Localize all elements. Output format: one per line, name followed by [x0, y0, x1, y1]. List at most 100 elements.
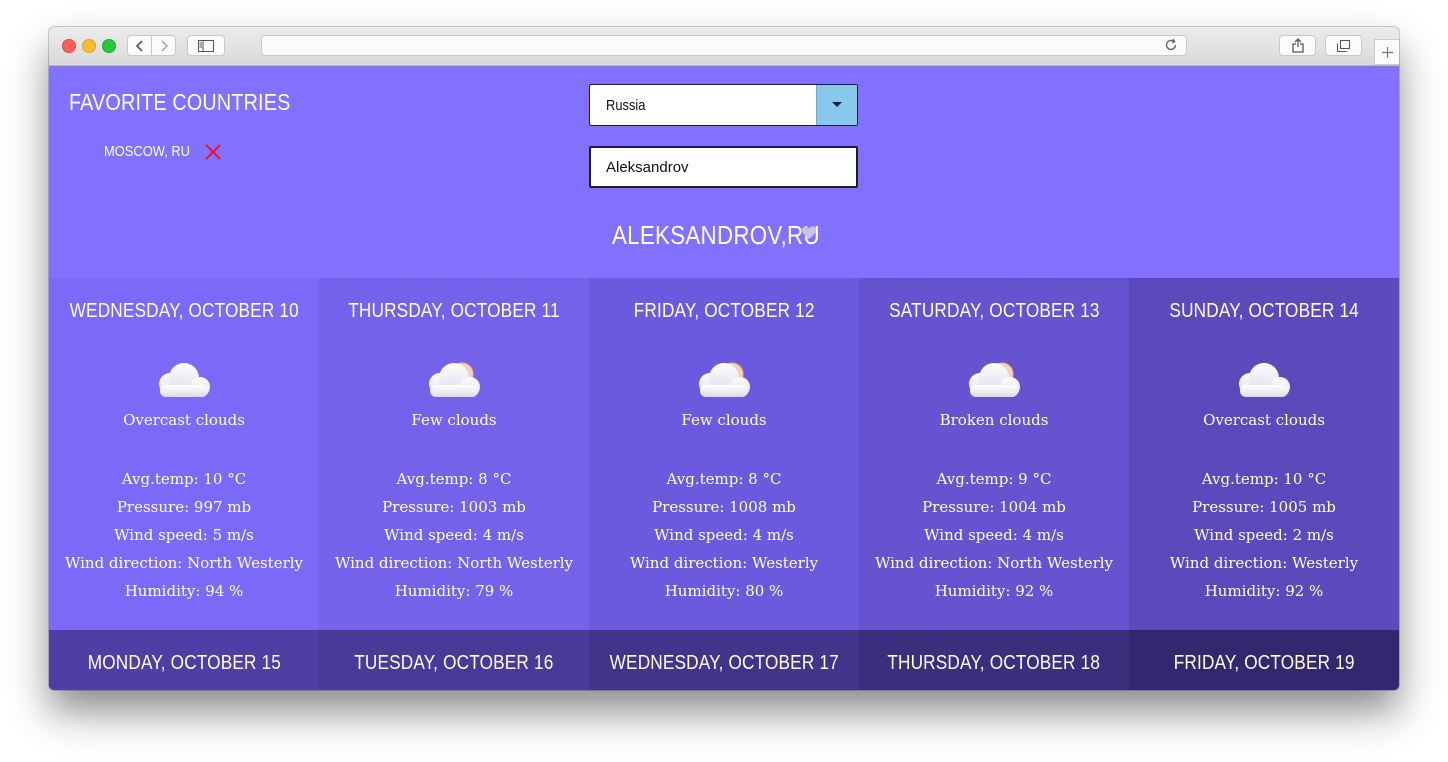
avg-temp: Avg.temp: 8 °C	[396, 470, 512, 488]
forecast-day-card: FRIDAY, OCTOBER 12 Few clouds Avg.temp: 8 …	[589, 278, 859, 630]
favorites-title: FAVORITE COUNTRIES	[69, 89, 291, 115]
weather-description: Overcast clouds	[123, 411, 245, 429]
day-title-text: SATURDAY, OCTOBER 13	[888, 300, 1100, 322]
humidity: Humidity: 80 %	[664, 582, 784, 600]
share-button[interactable]	[1279, 35, 1316, 56]
wind-direction: Wind direction: Westerly	[1169, 554, 1359, 572]
app-header: FAVORITE COUNTRIES MOSCOW, RU Russia ALE…	[49, 65, 1399, 278]
avg-temp: Avg.temp: 10 °C	[121, 470, 247, 488]
wind-speed: Wind speed: 4 m/s	[654, 526, 794, 544]
pressure: Pressure: 1008 mb	[652, 498, 796, 516]
wind-direction: Wind direction: North Westerly	[874, 554, 1114, 572]
heart-icon[interactable]	[801, 225, 817, 241]
weather-description: Overcast clouds	[1203, 411, 1325, 429]
close-window-button[interactable]	[62, 39, 76, 53]
day-title-text: SUNDAY, OCTOBER 14	[1169, 300, 1359, 322]
wind-direction: Wind direction: North Westerly	[334, 554, 574, 572]
forecast-grid: WEDNESDAY, OCTOBER 10 Overcast clouds Avg.…	[49, 278, 1399, 690]
overcast-clouds-icon	[1239, 363, 1290, 397]
weather-stats: Avg.temp: 8 °C Pressure: 1008 mb Wind spee…	[589, 468, 859, 608]
wind-direction: Wind direction: Westerly	[629, 554, 819, 572]
show-tabs-button[interactable]	[1325, 35, 1362, 56]
plus-icon	[1381, 46, 1393, 58]
tabs-icon	[1337, 39, 1350, 52]
chevron-left-icon	[135, 39, 143, 52]
day-title: SATURDAY, OCTOBER 13	[859, 300, 1129, 323]
humidity: Humidity: 92 %	[1204, 582, 1324, 600]
address-bar[interactable]	[261, 35, 1187, 56]
day-title-text: WEDNESDAY, OCTOBER 17	[609, 652, 839, 674]
day-title-text: THURSDAY, OCTOBER 18	[887, 652, 1101, 674]
country-select-value: Russia	[606, 97, 646, 114]
day-title: FRIDAY, OCTOBER 12	[589, 300, 859, 323]
pressure: Pressure: 1004 mb	[922, 498, 1066, 516]
overcast-clouds-icon	[159, 363, 210, 397]
browser-window: FAVORITE COUNTRIES MOSCOW, RU Russia ALE…	[49, 27, 1399, 690]
avg-temp: Avg.temp: 9 °C	[936, 470, 1052, 488]
day-title-text: TUESDAY, OCTOBER 16	[354, 652, 554, 674]
day-title: WEDNESDAY, OCTOBER 17	[589, 652, 859, 675]
back-button[interactable]	[127, 35, 152, 56]
day-title-text: FRIDAY, OCTOBER 12	[633, 300, 815, 322]
forecast-day-card: SATURDAY, OCTOBER 13 Broken clouds Avg.tem…	[859, 278, 1129, 630]
forecast-day-card: THURSDAY, OCTOBER 11 Few clouds Avg.temp: …	[319, 278, 589, 630]
browser-toolbar	[49, 27, 1399, 66]
minimize-window-button[interactable]	[82, 39, 96, 53]
day-title-text: FRIDAY, OCTOBER 19	[1173, 652, 1355, 674]
reload-icon[interactable]	[1164, 38, 1178, 52]
sidebar-toggle-button[interactable]	[187, 35, 225, 56]
chevron-right-icon	[160, 39, 168, 52]
day-title: MONDAY, OCTOBER 15	[49, 652, 319, 675]
city-input[interactable]	[589, 146, 858, 188]
forecast-day-card: THURSDAY, OCTOBER 18	[859, 630, 1129, 690]
day-title-text: THURSDAY, OCTOBER 11	[348, 300, 560, 322]
share-icon	[1291, 38, 1304, 53]
day-title-text: MONDAY, OCTOBER 15	[87, 652, 281, 674]
weather-stats: Avg.temp: 10 °C Pressure: 1005 mb Wind spe…	[1129, 468, 1399, 608]
day-title: SUNDAY, OCTOBER 14	[1129, 300, 1399, 323]
forecast-day-card: MONDAY, OCTOBER 15	[49, 630, 319, 690]
weather-description: Few clouds	[411, 411, 497, 429]
few-clouds-icon	[699, 362, 750, 397]
broken-clouds-icon	[969, 362, 1020, 397]
few-clouds-icon	[429, 362, 480, 397]
day-title: WEDNESDAY, OCTOBER 10	[49, 300, 319, 323]
location-title: ALEKSANDROV,RU	[612, 220, 820, 250]
day-title: THURSDAY, OCTOBER 18	[859, 652, 1129, 675]
chevron-down-icon[interactable]	[816, 85, 857, 125]
sidebar-icon	[198, 39, 214, 52]
weather-stats: Avg.temp: 10 °C Pressure: 997 mb Wind spee…	[49, 468, 319, 608]
weather-description: Broken clouds	[939, 411, 1049, 429]
avg-temp: Avg.temp: 8 °C	[666, 470, 782, 488]
forecast-day-card: WEDNESDAY, OCTOBER 10 Overcast clouds Avg.…	[49, 278, 319, 630]
new-tab-button[interactable]	[1374, 39, 1399, 65]
forecast-day-card: SUNDAY, OCTOBER 14 Overcast clouds Avg.tem…	[1129, 278, 1399, 630]
humidity: Humidity: 94 %	[124, 582, 244, 600]
zoom-window-button[interactable]	[102, 39, 116, 53]
humidity: Humidity: 92 %	[934, 582, 1054, 600]
day-title: TUESDAY, OCTOBER 16	[319, 652, 589, 675]
wind-direction: Wind direction: North Westerly	[64, 554, 304, 572]
forward-button[interactable]	[151, 35, 176, 56]
pressure: Pressure: 1005 mb	[1192, 498, 1336, 516]
day-title: THURSDAY, OCTOBER 11	[319, 300, 589, 323]
wind-speed: Wind speed: 4 m/s	[924, 526, 1064, 544]
pressure: Pressure: 997 mb	[116, 498, 252, 516]
pressure: Pressure: 1003 mb	[382, 498, 526, 516]
weather-stats: Avg.temp: 9 °C Pressure: 1004 mb Wind spee…	[859, 468, 1129, 608]
avg-temp: Avg.temp: 10 °C	[1201, 470, 1327, 488]
day-title: FRIDAY, OCTOBER 19	[1129, 652, 1399, 675]
favorite-item-label[interactable]: MOSCOW, RU	[104, 143, 190, 160]
forecast-day-card: WEDNESDAY, OCTOBER 17	[589, 630, 859, 690]
weather-stats: Avg.temp: 8 °C Pressure: 1003 mb Wind spee…	[319, 468, 589, 608]
wind-speed: Wind speed: 4 m/s	[384, 526, 524, 544]
wind-speed: Wind speed: 2 m/s	[1194, 526, 1334, 544]
close-icon[interactable]	[204, 143, 222, 161]
forecast-day-card: TUESDAY, OCTOBER 16	[319, 630, 589, 690]
weather-description: Few clouds	[681, 411, 767, 429]
wind-speed: Wind speed: 5 m/s	[114, 526, 254, 544]
forecast-day-card: FRIDAY, OCTOBER 19	[1129, 630, 1399, 690]
humidity: Humidity: 79 %	[394, 582, 514, 600]
day-title-text: WEDNESDAY, OCTOBER 10	[69, 300, 299, 322]
country-select[interactable]: Russia	[589, 84, 858, 126]
